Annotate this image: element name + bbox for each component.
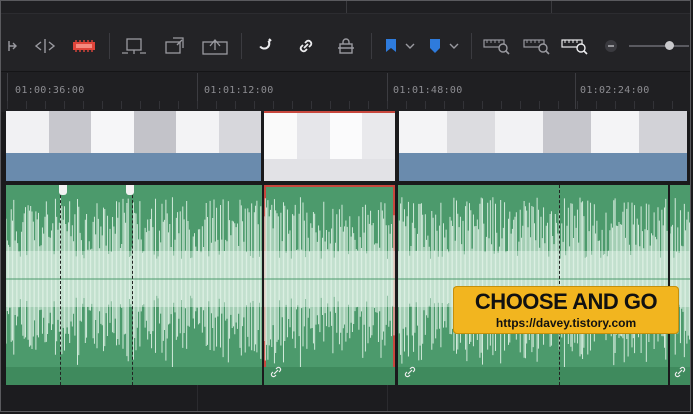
marker-icon[interactable] [425,33,461,59]
watermark-url: https://davey.tistory.com [495,316,637,330]
timecode-label: 01:01:48:00 [393,85,463,96]
video-clip[interactable] [6,111,261,181]
top-strip [1,1,690,14]
watermark-banner: CHOOSE AND GO https://davey.tistory.com [453,286,679,334]
blade-icon[interactable] [69,33,99,59]
audio-clip-selected[interactable] [264,185,395,385]
link-icon [270,363,282,382]
overwrite-clip-icon[interactable] [161,33,189,59]
dynamic-trim-icon[interactable] [31,33,59,59]
empty-track-area [1,385,690,411]
replace-clip-icon[interactable] [199,33,231,59]
timecode-label: 01:01:12:00 [204,85,274,96]
audio-clip[interactable] [6,185,262,385]
timeline-toolbar [1,1,690,71]
zoom-slider-handle[interactable] [665,41,674,50]
clip-marker[interactable] [59,185,67,195]
audio-clip[interactable] [398,185,668,385]
video-clip[interactable] [399,111,687,181]
position-lock-icon[interactable] [333,33,359,59]
edit-point[interactable] [60,185,61,385]
zoom-slider[interactable] [629,45,689,47]
insert-clip-icon[interactable] [119,33,149,59]
linked-selection-icon[interactable] [293,33,319,59]
link-icon [404,363,416,382]
zoom-full-icon[interactable] [481,33,513,59]
snapping-icon[interactable] [253,33,279,59]
zoom-detail-icon[interactable] [521,33,553,59]
timecode-label: 01:00:36:00 [15,85,85,96]
clip-marker[interactable] [126,185,134,195]
zoom-out-icon[interactable] [603,33,619,59]
timeline-window: 01:00:36:00 01:01:12:00 01:01:48:00 01:0… [0,0,691,412]
edit-point[interactable] [559,185,560,385]
zoom-custom-icon[interactable] [559,33,591,59]
watermark-title: CHOOSE AND GO [474,289,658,314]
edit-point[interactable] [132,185,133,385]
audio-clip[interactable] [670,185,690,385]
video-clip-selected[interactable] [264,111,395,181]
timecode-label: 01:02:24:00 [580,85,650,96]
trim-edit-icon[interactable] [3,33,23,59]
flag-icon[interactable] [381,33,417,59]
link-icon [674,363,686,382]
